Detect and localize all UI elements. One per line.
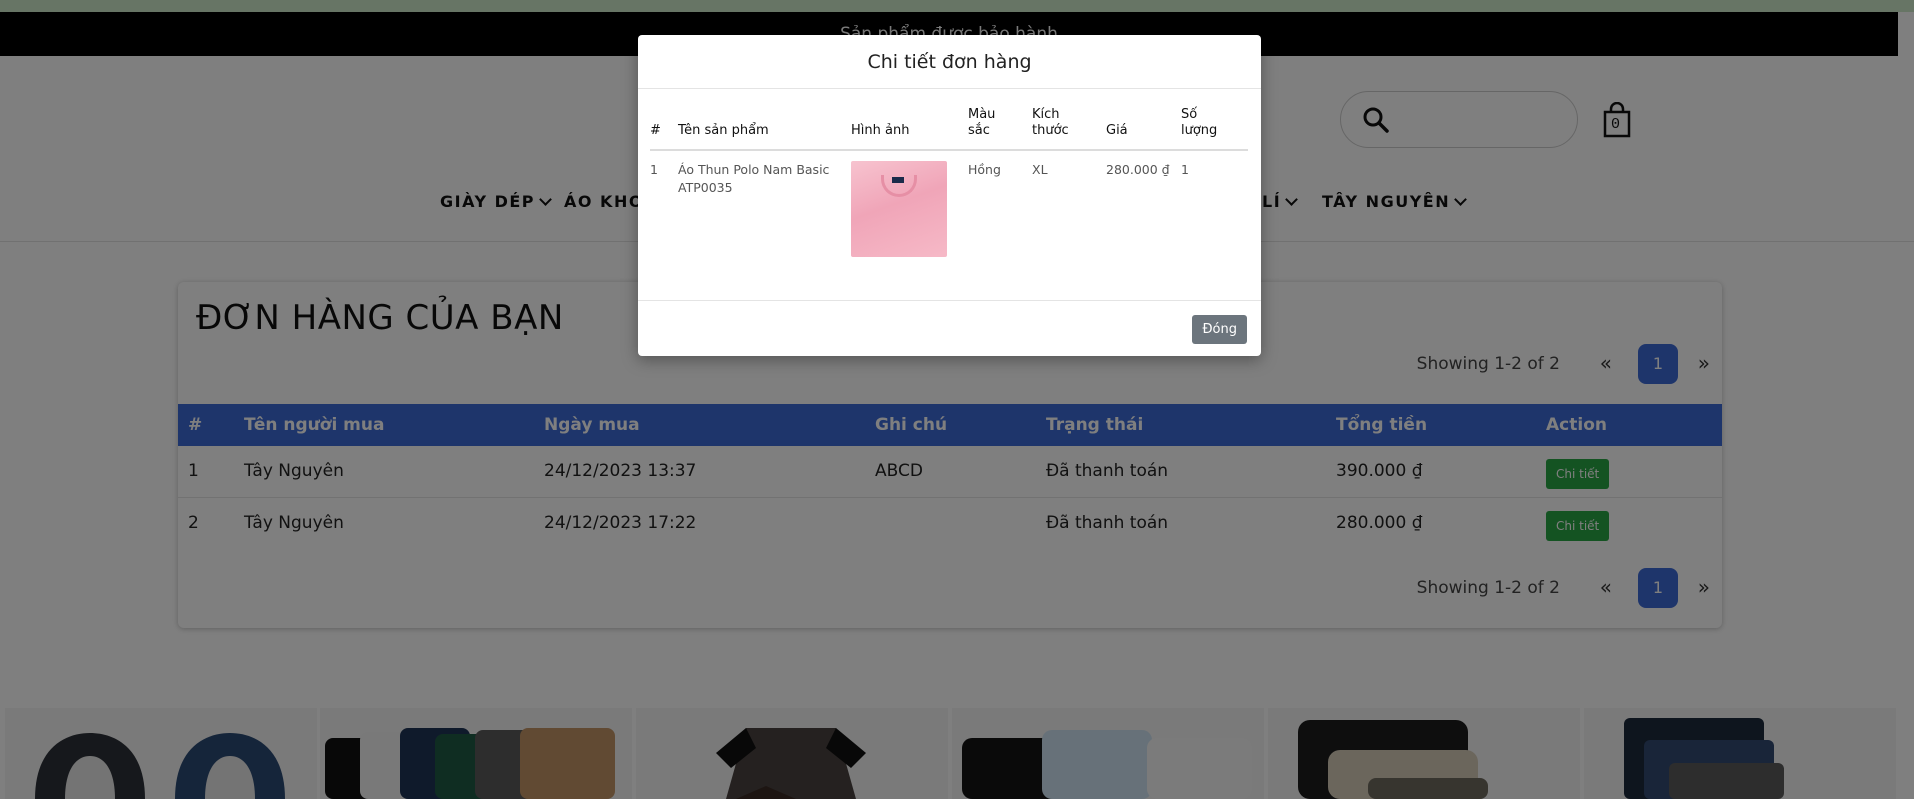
modal-footer: Đóng [638, 300, 1261, 356]
column-header: Hình ảnh [851, 107, 968, 151]
product-color: Hồng [968, 162, 1001, 177]
item-number: 1 [650, 162, 658, 177]
column-header: Kích thước [1032, 107, 1106, 151]
product-image [851, 161, 947, 257]
column-header: Giá [1106, 107, 1181, 151]
order-detail-table: # Tên sản phẩm Hình ảnh Màu sắc Kích thư… [650, 107, 1248, 260]
order-detail-modal: Chi tiết đơn hàng # Tên sản phẩm Hình ản… [638, 35, 1261, 356]
product-image-cell [851, 150, 968, 260]
close-button[interactable]: Đóng [1192, 315, 1247, 344]
table-row: 1 Áo Thun Polo Nam Basic ATP0035 Hồng XL… [650, 150, 1248, 260]
modal-title: Chi tiết đơn hàng [638, 35, 1261, 89]
column-header: # [650, 107, 678, 151]
column-header: Màu sắc [968, 107, 1032, 151]
product-quantity: 1 [1181, 162, 1189, 177]
product-price: 280.000 ₫ [1106, 162, 1170, 177]
table-header-row: # Tên sản phẩm Hình ảnh Màu sắc Kích thư… [650, 107, 1248, 151]
column-header: Tên sản phẩm [678, 107, 851, 151]
collar-tag-shape [892, 177, 904, 183]
product-size: XL [1032, 162, 1048, 177]
product-name: Áo Thun Polo Nam Basic ATP0035 [678, 162, 830, 195]
column-header: Số lượng [1181, 107, 1248, 151]
